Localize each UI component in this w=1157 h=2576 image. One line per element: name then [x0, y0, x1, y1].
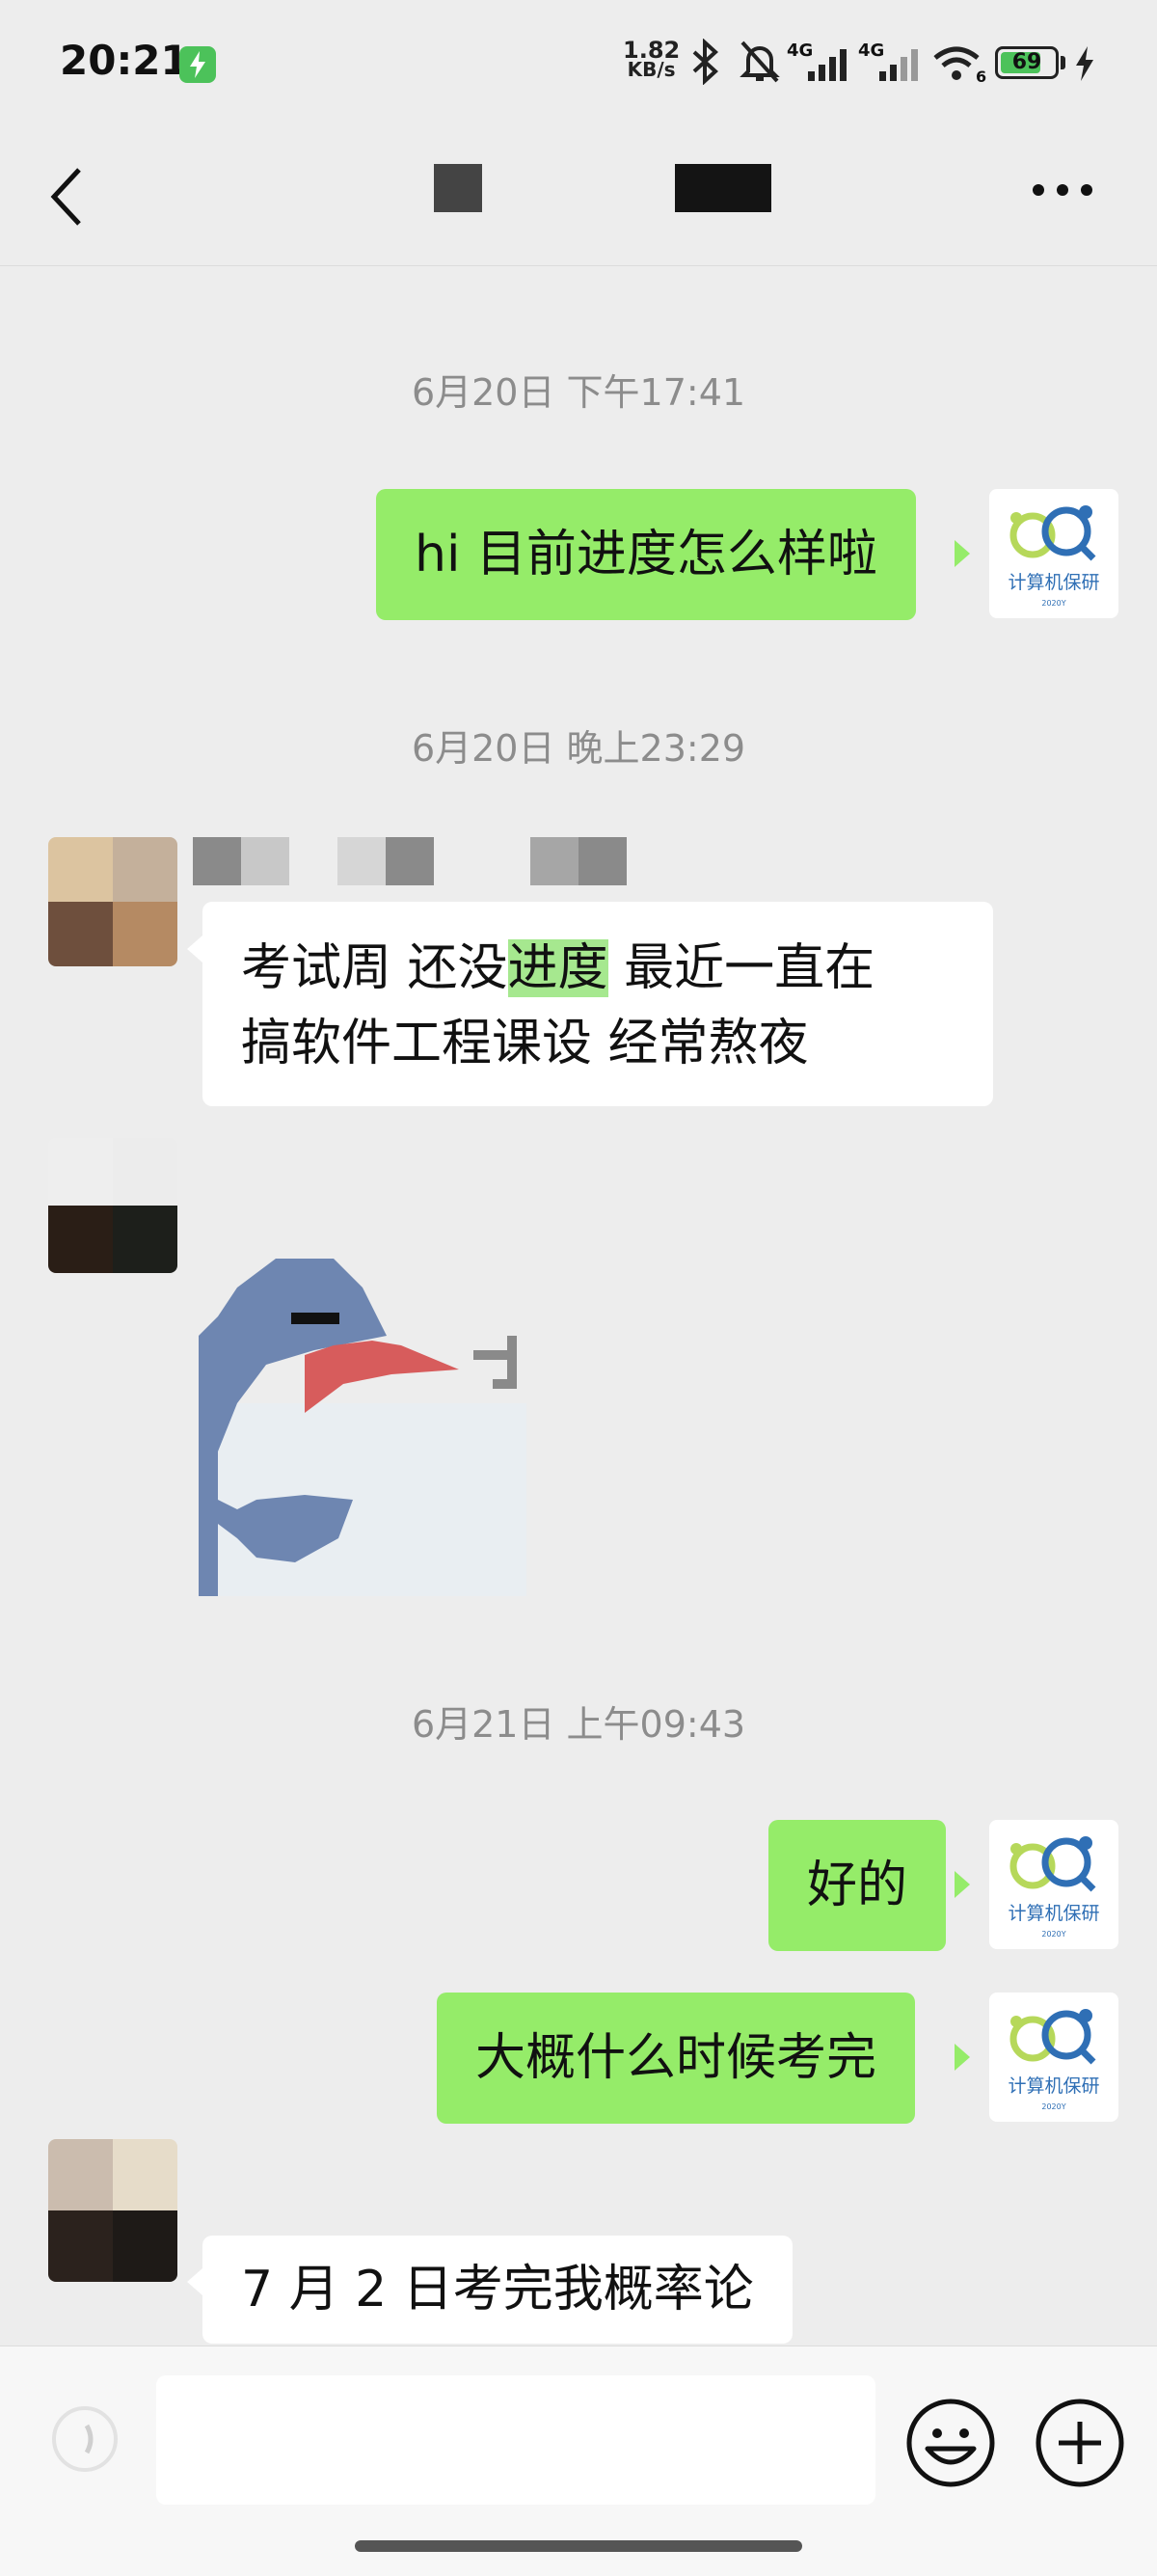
message-input[interactable] — [156, 2375, 875, 2505]
plus-icon[interactable] — [1034, 2397, 1126, 2489]
logo-sub: 2020Y — [1041, 599, 1065, 608]
sent-message-bubble[interactable]: 好的 — [768, 1820, 947, 1951]
more-icon[interactable] — [1032, 183, 1093, 197]
search-highlight: 进度 — [507, 939, 608, 997]
timestamp: 6月21日 上午09:43 — [411, 1703, 746, 1746]
my-avatar[interactable]: 计算机保研 2020Y — [989, 1820, 1118, 1949]
battery-level: 69 — [1011, 50, 1042, 74]
back-arrow-icon[interactable] — [48, 164, 87, 230]
charging-badge-icon — [179, 46, 216, 83]
message-line: 搞软件工程课设 经常熬夜 — [241, 1015, 809, 1072]
emoji-icon[interactable] — [904, 2397, 997, 2489]
logo-sub: 2020Y — [1041, 2102, 1065, 2111]
mute-icon — [740, 41, 780, 83]
logo-sub: 2020Y — [1041, 1930, 1065, 1939]
message-line: 考试周 还没进度 最近一直在 — [241, 931, 955, 1006]
logo-icon: 计算机保研 2020Y — [1008, 505, 1100, 608]
logo-label: 计算机保研 — [1008, 1903, 1099, 1924]
contact-avatar[interactable] — [48, 1138, 177, 1273]
signal-icon — [879, 49, 918, 81]
bubble-tail — [187, 2268, 202, 2295]
wifi-badge: 6 — [976, 68, 987, 86]
voice-icon[interactable] — [50, 2404, 120, 2474]
nickname-redacted — [193, 837, 289, 885]
bubble-tail — [187, 935, 202, 963]
received-message-bubble[interactable]: 7 月 2 日考完我概率论 — [202, 2236, 793, 2344]
chat-header — [0, 125, 1157, 266]
logo-icon: 计算机保研 2020Y — [1008, 1836, 1100, 1939]
sent-message-bubble[interactable]: hi 目前进度怎么样啦 — [376, 489, 916, 620]
battery-icon: 69 — [995, 46, 1059, 79]
logo-icon: 计算机保研 2020Y — [1008, 2009, 1100, 2111]
bolt-icon — [1076, 46, 1093, 81]
logo-label: 计算机保研 — [1008, 572, 1099, 593]
nickname-redacted — [530, 837, 627, 885]
status-bar: 20:21 1.82 KB/s 4G 4G 6 69 — [0, 0, 1157, 125]
message-text: 考试周 还没 — [241, 939, 508, 997]
bubble-tail — [955, 2044, 970, 2071]
signal-icon — [808, 49, 847, 81]
net-speed-unit: KB/s — [627, 58, 676, 81]
bluetooth-icon — [692, 39, 718, 85]
contact-avatar[interactable] — [48, 837, 177, 966]
net-speed-value: 1.82 — [623, 37, 681, 64]
received-message-bubble[interactable]: 考试周 还没进度 最近一直在 搞软件工程课设 经常熬夜 — [202, 902, 993, 1106]
contact-name-redacted — [434, 164, 482, 212]
wifi-icon — [933, 46, 980, 80]
pixel-dolphin-sticker[interactable] — [199, 1259, 584, 1596]
logo-label: 计算机保研 — [1008, 2075, 1099, 2097]
net-speed: 1.82 KB/s — [623, 37, 681, 81]
timestamp: 6月20日 晚上23:29 — [411, 727, 746, 770]
timestamp: 6月20日 下午17:41 — [411, 371, 746, 414]
bubble-tail — [955, 1871, 970, 1898]
message-text: 最近一直在 — [607, 939, 875, 997]
nickname-redacted — [337, 837, 434, 885]
clock: 20:21 — [60, 37, 189, 84]
battery-cap — [1061, 56, 1065, 69]
my-avatar[interactable]: 计算机保研 2020Y — [989, 489, 1118, 618]
my-avatar[interactable]: 计算机保研 2020Y — [989, 1993, 1118, 2122]
contact-avatar[interactable] — [48, 2139, 177, 2282]
home-indicator[interactable] — [355, 2540, 802, 2552]
bubble-tail — [955, 540, 970, 567]
sent-message-bubble[interactable]: 大概什么时候考完 — [437, 1993, 916, 2124]
contact-name-redacted — [675, 164, 771, 212]
